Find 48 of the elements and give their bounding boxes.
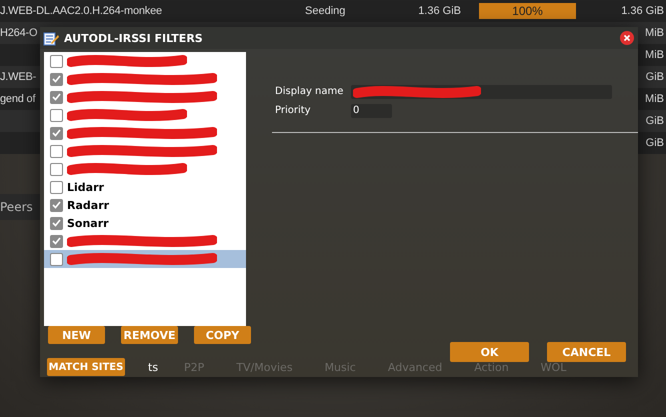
torrent-done: MiB	[645, 93, 664, 105]
checkbox[interactable]	[50, 180, 63, 194]
check-icon	[52, 75, 61, 83]
check-icon	[52, 201, 61, 209]
field-label: Priority	[275, 105, 312, 116]
close-icon[interactable]	[620, 31, 634, 45]
torrent-name: J.WEB-	[0, 71, 36, 83]
checkbox[interactable]	[50, 90, 63, 104]
torrent-done: GiB	[646, 137, 664, 149]
torrent-done: MiB	[645, 27, 664, 39]
check-icon	[52, 129, 61, 137]
input-field[interactable]	[351, 84, 612, 98]
torrent-done: GiB	[646, 115, 664, 127]
check-icon	[52, 219, 61, 227]
checkbox[interactable]	[50, 234, 63, 248]
checkbox[interactable]	[50, 252, 63, 266]
list-action-button[interactable]: NEW	[48, 326, 105, 344]
torrent-size: 1.36 GiB	[417, 5, 461, 17]
filter-item[interactable]	[44, 250, 246, 268]
torrent-name: gend of	[0, 93, 36, 105]
checkbox[interactable]	[50, 72, 63, 86]
notepad-pencil-icon	[43, 30, 59, 46]
field-label: Display name	[275, 86, 344, 97]
progress-text: 100%	[511, 3, 544, 19]
torrent-done: 1.36 GiB	[621, 5, 664, 17]
checkbox[interactable]	[50, 198, 63, 212]
list-action-button[interactable]: REMOVE	[121, 326, 178, 344]
torrent-name: J.WEB-DL.AAC2.0.H.264-monkee	[0, 5, 162, 17]
torrent-done: MiB	[645, 49, 664, 61]
checkbox[interactable]	[50, 216, 63, 230]
torrent-done: GiB	[646, 71, 664, 83]
checkbox[interactable]	[50, 144, 63, 158]
checkbox[interactable]	[50, 108, 63, 122]
dialog-button[interactable]: OK	[450, 342, 529, 362]
check-icon	[52, 237, 61, 245]
dialog-button[interactable]: CANCEL	[547, 342, 626, 362]
checkbox[interactable]	[50, 54, 63, 68]
check-icon	[52, 93, 61, 101]
match-sites-button[interactable]: MATCH SITES	[47, 358, 125, 376]
torrent-status: Seeding	[305, 5, 346, 17]
tab-label: ts	[148, 360, 158, 374]
torrent-name: H264-O	[0, 27, 38, 39]
filter-item[interactable]: Lidarr	[44, 178, 246, 196]
checkbox[interactable]	[50, 162, 63, 176]
dialog-title: AUTODL-IRSSI FILTERS	[64, 32, 203, 44]
input-field[interactable]: 0	[351, 104, 392, 118]
checkbox[interactable]	[50, 126, 63, 140]
list-action-button[interactable]: COPY	[194, 326, 251, 344]
